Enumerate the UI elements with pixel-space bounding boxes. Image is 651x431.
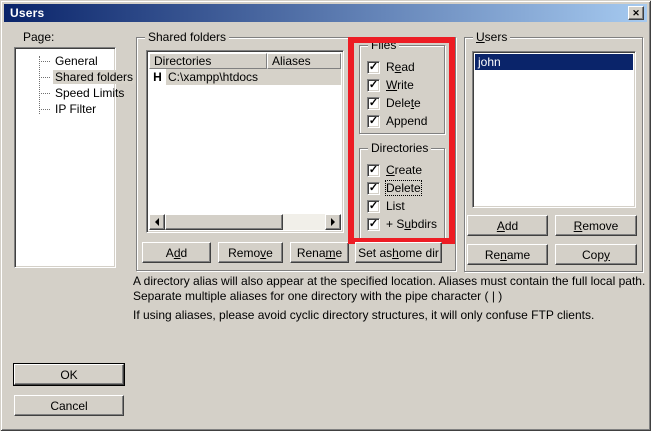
title-bar: Users ✕ (4, 4, 647, 22)
tree-item-label: General (53, 54, 100, 68)
remove-user-button[interactable]: Remove (555, 215, 637, 236)
rename-user-button[interactable]: Rename (467, 244, 548, 265)
tree-item-shared-folders[interactable]: Shared folders (15, 69, 115, 85)
button-label: emove (582, 219, 618, 233)
scroll-left-button[interactable] (149, 214, 165, 230)
checkbox-checked-icon: ✓ (367, 79, 380, 92)
page-tree: General Shared folders Speed Limits IP F… (14, 47, 116, 268)
list-empty-area (149, 85, 341, 214)
remove-folder-button[interactable]: Remove (218, 242, 283, 263)
button-label: e (336, 246, 343, 260)
button-label: Cop (582, 248, 604, 262)
button-label: dd (505, 219, 518, 233)
button-label: m (326, 246, 336, 260)
button-label: d (181, 246, 188, 260)
button-label: A (166, 246, 174, 260)
column-header-aliases[interactable]: Aliases (267, 53, 341, 69)
users-dialog: Users ✕ Page: General Shared folders Spe… (0, 0, 651, 431)
tree-item-label: Shared folders (53, 70, 135, 84)
scrollbar-track[interactable] (283, 214, 325, 230)
button-label: ame (507, 248, 530, 262)
tree-item-speed-limits[interactable]: Speed Limits (15, 85, 115, 101)
button-label: Rena (297, 246, 326, 260)
checkbox-dir-list[interactable]: ✓ List (360, 197, 444, 215)
horizontal-scrollbar[interactable] (149, 214, 341, 230)
list-header: Directories Aliases (149, 53, 341, 69)
tree-item-ip-filter[interactable]: IP Filter (15, 101, 115, 117)
checkbox-label: Create (386, 163, 422, 177)
description-area: A directory alias will also appear at th… (133, 274, 647, 327)
button-label: y (604, 248, 610, 262)
set-home-dir-button[interactable]: Set as home dir (355, 242, 442, 263)
window-title: Users (10, 6, 44, 20)
checkbox-checked-icon: ✓ (367, 164, 380, 177)
scrollbar-thumb[interactable] (165, 214, 283, 230)
button-label: Re (485, 248, 500, 262)
directories-group-label: Directories (368, 141, 431, 155)
directory-path: C:\xampp\htdocs (166, 69, 341, 85)
scroll-left-icon (155, 218, 159, 226)
close-icon: ✕ (632, 8, 640, 19)
tree-item-general[interactable]: General (15, 53, 115, 69)
checkbox-checked-icon: ✓ (367, 97, 380, 110)
checkbox-dir-create[interactable]: ✓ Create (360, 161, 444, 179)
close-button[interactable]: ✕ (628, 6, 644, 20)
shared-folders-group-label: Shared folders (145, 30, 229, 44)
checkbox-checked-icon: ✓ (367, 115, 380, 128)
scroll-right-icon (331, 218, 335, 226)
tree-item-label: IP Filter (53, 102, 98, 116)
checkbox-files-delete[interactable]: ✓ Delete (360, 94, 444, 112)
directories-group: Directories ✓ Create ✓ Delete ✓ List ✓ +… (359, 148, 445, 240)
checkbox-checked-icon: ✓ (367, 200, 380, 213)
users-group-label: Users (473, 30, 510, 44)
checkbox-files-append[interactable]: ✓ Append (360, 112, 444, 130)
tree-item-label: Speed Limits (53, 86, 126, 100)
button-label: R (574, 219, 583, 233)
button-label: A (497, 219, 505, 233)
rename-folder-button[interactable]: Rename (290, 242, 349, 263)
button-label: e (266, 246, 273, 260)
files-group: Files ✓ Read ✓ Write ✓ Delete ✓ Append (359, 45, 445, 134)
button-label: n (500, 248, 507, 262)
checkbox-label: Write (386, 78, 414, 92)
checkbox-checked-icon: ✓ (367, 61, 380, 74)
shared-directories-list: Directories Aliases H C:\xampp\htdocs (146, 50, 344, 233)
button-label: d (174, 246, 181, 260)
column-header-directories[interactable]: Directories (149, 53, 267, 69)
button-label: Set as (358, 246, 392, 260)
checkbox-files-read[interactable]: ✓ Read (360, 58, 444, 76)
checkbox-label: Read (386, 60, 415, 74)
alias-warning-text: If using aliases, please avoid cyclic di… (133, 308, 647, 323)
files-group-label: Files (368, 38, 399, 52)
copy-user-button[interactable]: Copy (555, 244, 637, 265)
checkbox-checked-icon: ✓ (367, 218, 380, 231)
checkbox-dir-subdirs[interactable]: ✓ + Subdirs (360, 215, 444, 233)
checkbox-dir-delete[interactable]: ✓ Delete (360, 179, 444, 197)
alias-description-text: A directory alias will also appear at th… (133, 274, 647, 304)
checkbox-label: Delete (386, 96, 421, 110)
checkbox-checked-icon: ✓ (367, 182, 380, 195)
button-label: h (392, 246, 399, 260)
checkbox-files-write[interactable]: ✓ Write (360, 76, 444, 94)
checkbox-label: + Subdirs (386, 217, 437, 231)
checkbox-label: Append (386, 114, 427, 128)
users-list: john (472, 51, 636, 208)
page-label: Page: (23, 30, 54, 44)
add-user-button[interactable]: Add (467, 215, 548, 236)
scroll-right-button[interactable] (325, 214, 341, 230)
cancel-button[interactable]: Cancel (14, 395, 124, 416)
button-label: ome dir (399, 246, 439, 260)
directory-row[interactable]: H C:\xampp\htdocs (149, 69, 341, 85)
button-label: Remo (228, 246, 260, 260)
checkbox-label-focused: Delete (386, 181, 421, 195)
ok-button[interactable]: OK (14, 364, 124, 385)
checkbox-label: List (386, 199, 405, 213)
add-folder-button[interactable]: Add (142, 242, 211, 263)
user-row-john[interactable]: john (475, 54, 633, 70)
home-marker: H (149, 70, 166, 84)
